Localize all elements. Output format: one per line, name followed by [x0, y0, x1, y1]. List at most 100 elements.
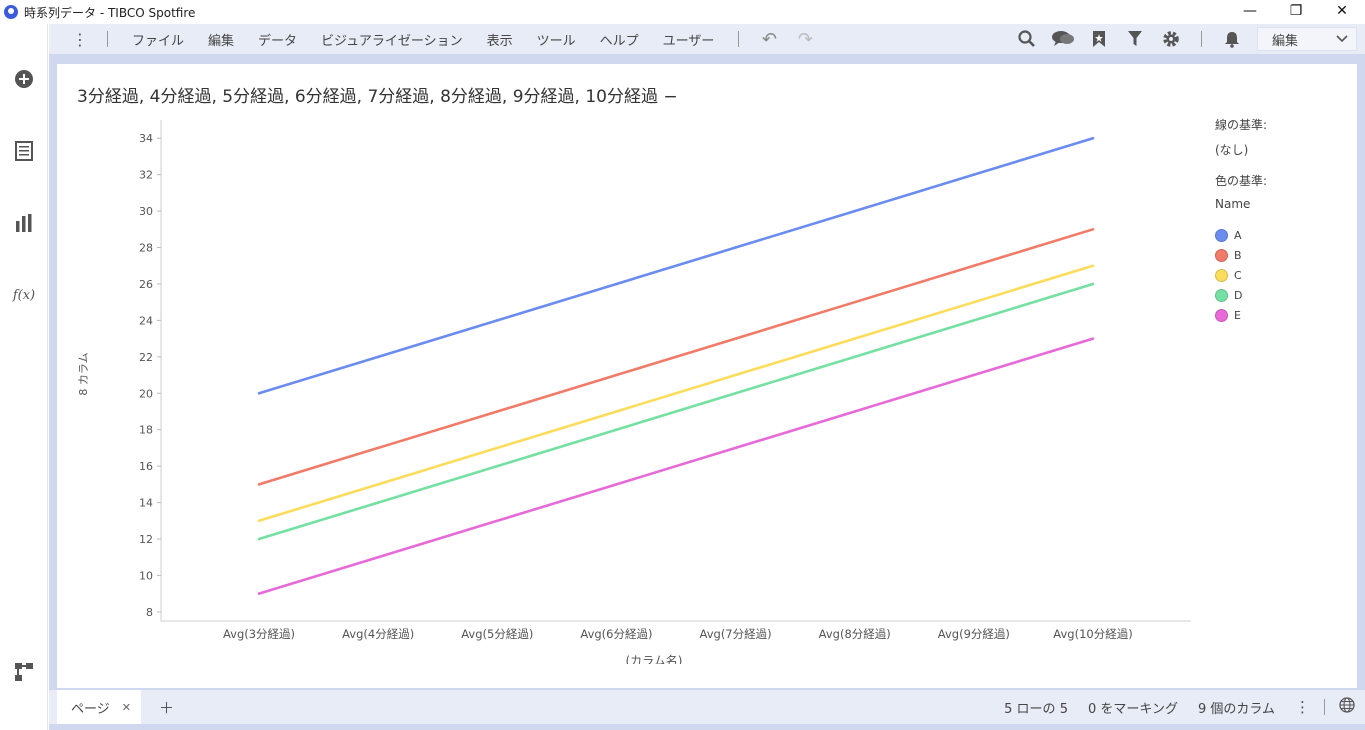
close-window-button[interactable]: ✕: [1319, 0, 1365, 24]
visualization-icon[interactable]: [12, 211, 36, 235]
data-point[interactable]: [495, 319, 499, 322]
x-tick-label[interactable]: Avg(3分経過): [223, 627, 295, 641]
data-point[interactable]: [257, 537, 261, 541]
data-point[interactable]: [972, 264, 976, 268]
data-point[interactable]: [734, 337, 737, 340]
data-point[interactable]: [1091, 136, 1095, 140]
close-icon[interactable]: ✕: [122, 701, 131, 714]
data-point[interactable]: [257, 483, 261, 486]
legend-item-d[interactable]: D: [1215, 285, 1267, 305]
page-tab[interactable]: ページ ✕: [57, 690, 141, 724]
menu-tools[interactable]: ツール: [525, 30, 588, 49]
menu-user[interactable]: ユーザー: [651, 30, 727, 49]
edit-mode-dropdown[interactable]: 編集: [1257, 27, 1357, 51]
data-point[interactable]: [972, 300, 976, 304]
x-tick-label[interactable]: Avg(4分経過): [342, 627, 414, 641]
x-axis-title[interactable]: (カラム名): [625, 653, 682, 664]
data-point[interactable]: [257, 592, 261, 595]
data-point[interactable]: [972, 173, 976, 176]
legend-item-c[interactable]: C: [1215, 265, 1267, 285]
data-point[interactable]: [1091, 228, 1095, 231]
data-point[interactable]: [376, 501, 380, 504]
column-count[interactable]: 9 個のカラム: [1188, 698, 1285, 717]
color-by-value[interactable]: Name: [1215, 197, 1267, 211]
undo-button[interactable]: ↶: [751, 24, 787, 54]
menu-file[interactable]: ファイル: [120, 30, 196, 49]
data-point[interactable]: [853, 410, 857, 413]
legend-item-e[interactable]: E: [1215, 305, 1267, 325]
data-point[interactable]: [257, 391, 261, 395]
search-icon[interactable]: [1009, 24, 1045, 54]
data-point[interactable]: [376, 355, 380, 359]
marking-count[interactable]: 0 をマーキング: [1078, 698, 1188, 717]
x-tick-label[interactable]: Avg(9分経過): [938, 627, 1010, 641]
data-point[interactable]: [495, 410, 499, 413]
filter-icon[interactable]: [1117, 24, 1153, 54]
data-point[interactable]: [495, 464, 499, 468]
add-page-button[interactable]: ＋: [159, 697, 174, 718]
data-point[interactable]: [734, 246, 737, 249]
restore-button[interactable]: ❐: [1273, 0, 1319, 24]
series-line-d[interactable]: [258, 282, 1094, 541]
y-axis-title[interactable]: 8 カラム: [77, 352, 90, 395]
series-line-a[interactable]: [258, 136, 1094, 395]
data-point[interactable]: [257, 519, 261, 523]
data-point[interactable]: [376, 555, 380, 559]
more-menu-button[interactable]: ⋮: [65, 30, 95, 49]
menu-view[interactable]: 表示: [475, 30, 525, 49]
data-point[interactable]: [376, 446, 380, 450]
notification-icon[interactable]: [1214, 24, 1250, 54]
data-point[interactable]: [853, 355, 857, 359]
data-point[interactable]: [495, 519, 499, 523]
menu-data[interactable]: データ: [246, 30, 309, 49]
data-point[interactable]: [376, 483, 380, 486]
x-tick-label[interactable]: Avg(8分経過): [819, 627, 891, 641]
series-line-b[interactable]: [258, 228, 1094, 486]
data-point[interactable]: [853, 300, 857, 304]
data-point[interactable]: [495, 446, 499, 450]
data-point[interactable]: [1091, 264, 1095, 268]
legend-item-a[interactable]: A: [1215, 225, 1267, 245]
x-tick-label[interactable]: Avg(6分経過): [580, 627, 652, 641]
legend-item-b[interactable]: B: [1215, 245, 1267, 265]
data-point[interactable]: [615, 373, 618, 377]
data-table-icon[interactable]: [12, 139, 36, 163]
series-line-e[interactable]: [258, 337, 1094, 595]
redo-button[interactable]: ↷: [787, 24, 823, 54]
comments-icon[interactable]: [1045, 24, 1081, 54]
menu-visualization[interactable]: ビジュアライゼーション: [309, 30, 475, 49]
data-point[interactable]: [615, 483, 618, 486]
status-more-button[interactable]: ⋮: [1285, 698, 1320, 716]
menu-help[interactable]: ヘルプ: [588, 30, 651, 49]
x-tick-label[interactable]: Avg(7分経過): [700, 627, 772, 641]
line-chart[interactable]: 810121416182022242628303234 Avg(3分経過) Avg…: [57, 64, 1207, 664]
data-point[interactable]: [734, 391, 737, 395]
data-point[interactable]: [972, 319, 976, 322]
x-tick-label[interactable]: Avg(5分経過): [461, 627, 533, 641]
y-tick-label: 22: [139, 351, 153, 364]
data-point[interactable]: [734, 446, 737, 450]
y-tick-label: 20: [139, 387, 153, 400]
bookmark-icon[interactable]: [1081, 24, 1117, 54]
data-point[interactable]: [972, 373, 976, 377]
legend-color-swatch: [1215, 308, 1228, 322]
data-point[interactable]: [734, 373, 737, 377]
data-point[interactable]: [615, 428, 618, 432]
line-by-value[interactable]: (なし): [1215, 141, 1267, 158]
data-point[interactable]: [615, 410, 618, 413]
data-canvas-icon[interactable]: [12, 660, 36, 684]
data-point[interactable]: [615, 282, 618, 286]
data-point[interactable]: [853, 337, 857, 340]
globe-icon[interactable]: [1329, 697, 1365, 717]
separator: [107, 31, 108, 47]
x-tick-label[interactable]: Avg(10分経過): [1053, 627, 1132, 641]
data-point[interactable]: [1091, 282, 1095, 286]
expression-icon[interactable]: f(x): [12, 283, 36, 307]
menu-edit[interactable]: 編集: [196, 30, 246, 49]
series-line-c[interactable]: [258, 264, 1094, 523]
add-icon[interactable]: [12, 67, 36, 91]
minimize-button[interactable]: —: [1227, 0, 1273, 24]
settings-icon[interactable]: [1153, 24, 1189, 54]
data-point[interactable]: [853, 209, 857, 213]
data-point[interactable]: [1091, 337, 1095, 340]
